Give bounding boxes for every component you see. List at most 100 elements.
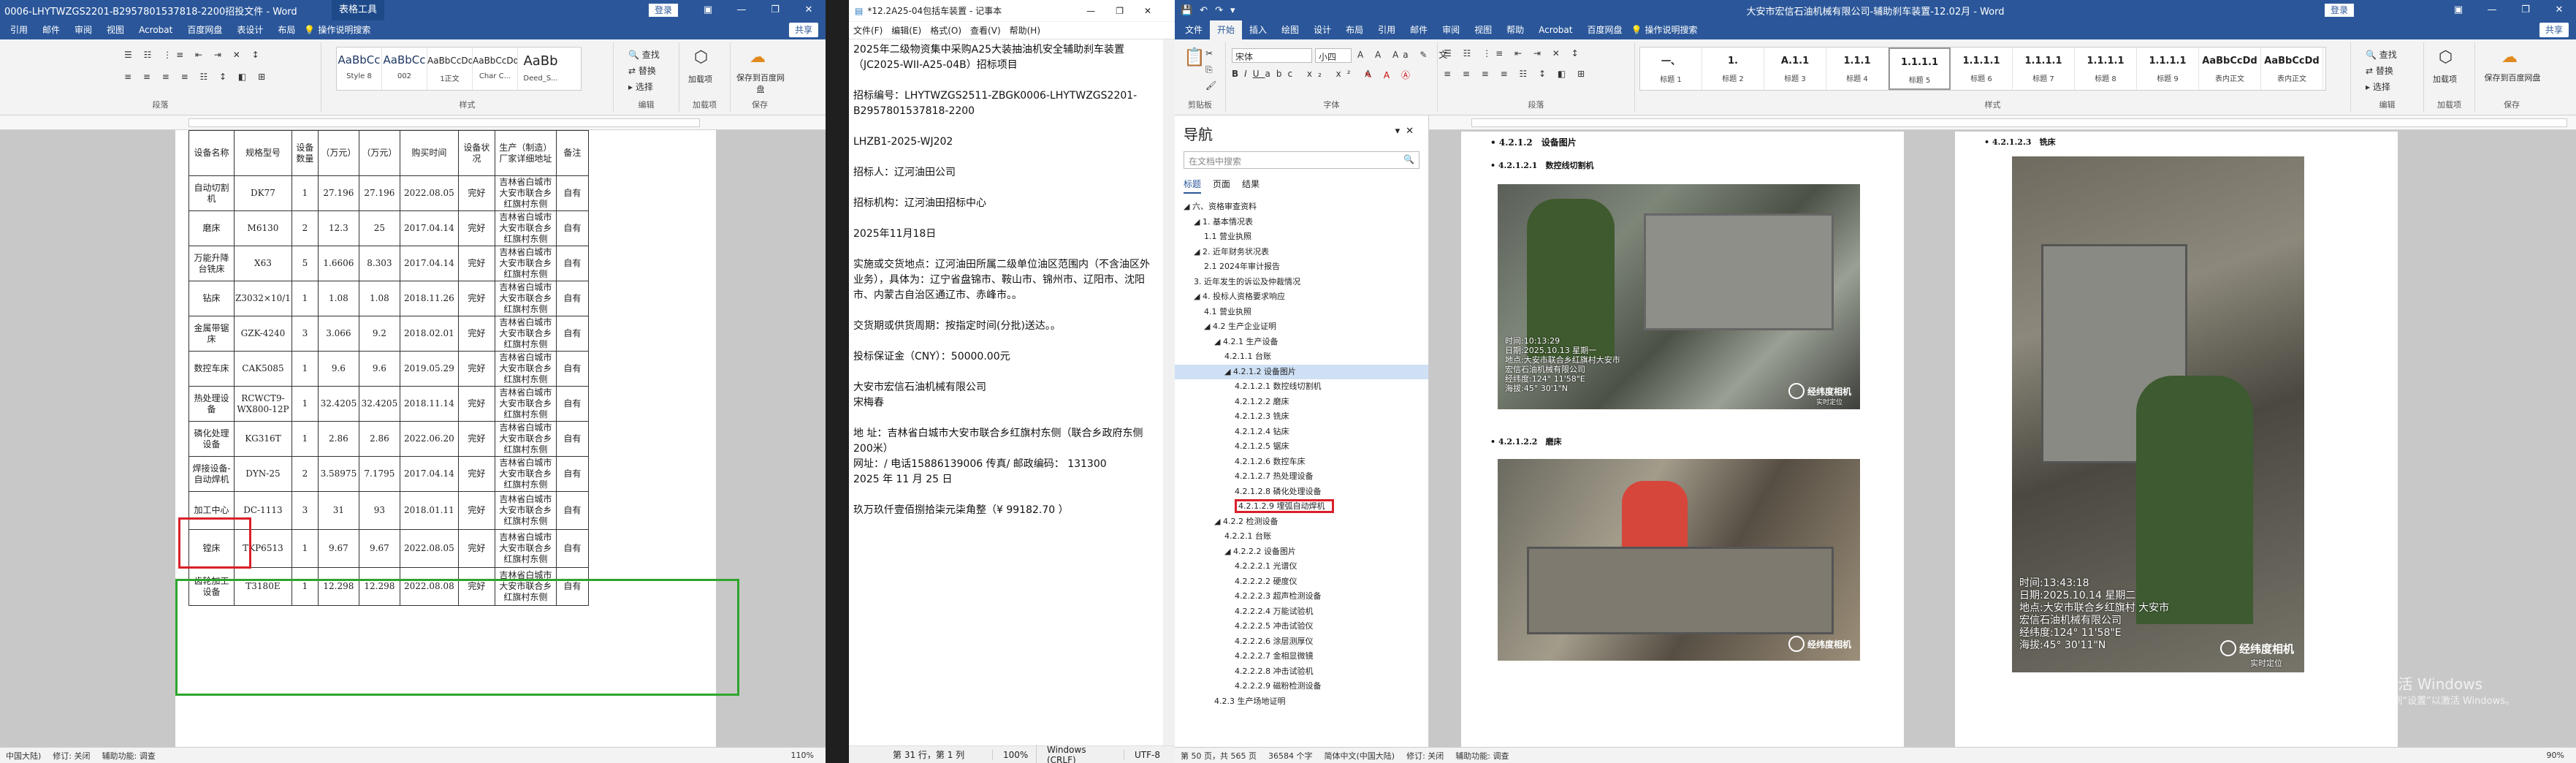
tab-help[interactable]: 帮助 bbox=[1499, 20, 1531, 39]
nav-heading-item[interactable]: 4.2.2.2.6 涂层测厚仪 bbox=[1175, 634, 1428, 650]
tab-design[interactable]: 设计 bbox=[1306, 20, 1338, 39]
nav-close-icon[interactable]: ▾✕ bbox=[1395, 126, 1420, 137]
find-button[interactable]: 🔍 查找 bbox=[628, 48, 660, 61]
align-buttons[interactable]: ≡ ≡ ≡ ≡ ☷ ↕ ◧ ⊞ bbox=[124, 72, 270, 82]
nav-heading-item[interactable]: ◢ 1. 基本情况表 bbox=[1175, 215, 1428, 230]
tab-layout[interactable]: 布局 bbox=[1338, 20, 1371, 39]
close-icon[interactable]: ✕ bbox=[792, 0, 826, 20]
minimize-icon[interactable]: — bbox=[2475, 0, 2509, 20]
nav-heading-item[interactable]: 1.1 营业执照 bbox=[1175, 229, 1428, 245]
horizontal-ruler[interactable] bbox=[0, 115, 826, 130]
tab-home[interactable]: 开始 bbox=[1210, 20, 1243, 39]
style-item[interactable]: AaBbCcDd 表内正文 bbox=[2199, 48, 2261, 90]
style-item[interactable]: 1. 标题 2 bbox=[1702, 48, 1764, 90]
nav-heading-item[interactable]: 4.2.1.2.7 热处理设备 bbox=[1175, 469, 1428, 485]
nav-heading-item[interactable]: 4.2.2.2.9 磁粉检测设备 bbox=[1175, 679, 1428, 694]
style-item[interactable]: AaBb Deed_S... bbox=[518, 48, 563, 90]
addins-icon[interactable]: ⬡ bbox=[2439, 48, 2453, 67]
nav-heading-item[interactable]: 4.2.1.1 台账 bbox=[1175, 349, 1428, 365]
select-button[interactable]: ▸ 选择 bbox=[628, 80, 653, 93]
font-color-buttons[interactable]: ✎ A Ⓐ bbox=[1365, 69, 1414, 81]
tab-acrobat[interactable]: Acrobat bbox=[132, 20, 180, 39]
document-area[interactable]: • 4.2.1.2 设备图片 • 4.2.1.2.1 数控线切割机 时间:10:… bbox=[1429, 115, 2576, 747]
nav-heading-item[interactable]: 4.2.1.2.8 磷化处理设备 bbox=[1175, 485, 1428, 500]
nav-heading-item[interactable]: 4.1 营业执照 bbox=[1175, 305, 1428, 320]
nav-heading-item[interactable]: 4.2.1.2.1 数控线切割机 bbox=[1175, 379, 1428, 395]
tab-baidu[interactable]: 百度网盘 bbox=[1579, 20, 1629, 39]
style-item[interactable]: 1.1.1.1 标题 9 bbox=[2137, 48, 2199, 90]
menu-file[interactable]: 文件(F) bbox=[853, 24, 883, 37]
nav-heading-item[interactable]: 4.2.2.1 台账 bbox=[1175, 529, 1428, 544]
menu-help[interactable]: 帮助(H) bbox=[1010, 24, 1040, 37]
tab-view[interactable]: 视图 bbox=[1467, 20, 1499, 39]
nav-heading-item[interactable]: 4.2.1.2.5 锯床 bbox=[1175, 439, 1428, 455]
copy-icon[interactable]: ⎘ bbox=[1205, 64, 1213, 75]
nav-heading-item[interactable]: 4.2.1.2.4 钻床 bbox=[1175, 425, 1428, 440]
nav-heading-item[interactable]: ◢ 4.2 生产企业证明 bbox=[1175, 319, 1428, 335]
nav-heading-item[interactable]: ◢ 4.2.2.2 设备图片 bbox=[1175, 544, 1428, 560]
menu-format[interactable]: 格式(O) bbox=[930, 24, 961, 37]
tab-references[interactable]: 引用 bbox=[1371, 20, 1403, 39]
nav-heading-item[interactable]: ◢ 2. 近年财务状况表 bbox=[1175, 245, 1428, 260]
tell-me-search[interactable]: 操作说明搜索 bbox=[316, 20, 372, 39]
tab-baidu[interactable]: 百度网盘 bbox=[180, 20, 229, 39]
font-name-select[interactable]: 宋体 bbox=[1232, 48, 1312, 63]
nav-heading-item[interactable]: 4.2.1.2.9 埋弧自动焊机 bbox=[1175, 499, 1428, 515]
nav-heading-item[interactable]: 4.2.2.2.7 金相显微镜 bbox=[1175, 649, 1428, 664]
nav-heading-item[interactable]: ◢ 六、资格审查资料 bbox=[1175, 200, 1428, 215]
tab-mailings[interactable]: 邮件 bbox=[1403, 20, 1435, 39]
font-size-select[interactable]: 小四 bbox=[1315, 48, 1352, 63]
restore-icon[interactable]: ❐ bbox=[758, 0, 792, 20]
login-button[interactable]: 登录 bbox=[2325, 4, 2355, 17]
style-item[interactable]: AaBbCcDd Char C... bbox=[473, 48, 518, 90]
baidu-save-button[interactable]: 保存到百度网盘 bbox=[735, 72, 786, 95]
tab-references[interactable]: 引用 bbox=[3, 20, 35, 39]
style-item[interactable]: AaBbCcDd 1正文 bbox=[427, 48, 473, 90]
addins-icon[interactable]: ⬡ bbox=[694, 48, 708, 67]
zoom-level[interactable]: 90% bbox=[2547, 751, 2564, 760]
style-item[interactable]: 1.1.1.1 标题 8 bbox=[2075, 48, 2137, 90]
baidu-save-button[interactable]: 保存到百度网盘 bbox=[2480, 72, 2545, 83]
tab-acrobat[interactable]: Acrobat bbox=[1531, 20, 1579, 39]
style-item[interactable]: 1.1.1 标题 4 bbox=[1826, 48, 1889, 90]
menu-view[interactable]: 查看(V) bbox=[970, 24, 1001, 37]
paste-icon[interactable]: 📋 bbox=[1184, 47, 1205, 67]
replace-button[interactable]: ⇄ 替换 bbox=[2366, 64, 2393, 77]
zoom-level[interactable]: 110% bbox=[791, 751, 814, 760]
tab-file[interactable]: 文件 bbox=[1178, 20, 1210, 39]
cut-icon[interactable]: ✂ bbox=[1205, 48, 1213, 58]
nav-heading-item[interactable]: 3. 近年发生的诉讼及仲裁情况 bbox=[1175, 275, 1428, 290]
tab-review[interactable]: 审阅 bbox=[67, 20, 99, 39]
nav-heading-item[interactable]: ◢ 4.2.1 生产设备 bbox=[1175, 335, 1428, 350]
list-buttons[interactable]: ☰ ☷ ⋮≡ ⇤ ⇥ ✕ ↕ bbox=[124, 50, 264, 60]
tab-review[interactable]: 审阅 bbox=[1435, 20, 1467, 39]
menu-edit[interactable]: 编辑(E) bbox=[891, 24, 921, 37]
tab-layout[interactable]: 布局 bbox=[270, 20, 302, 39]
minimize-icon[interactable]: — bbox=[725, 0, 758, 20]
tab-view[interactable]: 视图 bbox=[99, 20, 132, 39]
select-button[interactable]: ▸ 选择 bbox=[2366, 80, 2390, 93]
baidu-save-icon[interactable]: ☁ bbox=[750, 48, 766, 67]
nav-heading-item[interactable]: 4.2.2.2.8 冲击试验机 bbox=[1175, 664, 1428, 680]
baidu-save-icon[interactable]: ☁ bbox=[2501, 48, 2518, 67]
nav-heading-item[interactable]: 4.2.2.2.4 万能试验机 bbox=[1175, 604, 1428, 620]
format-painter-icon[interactable]: 🖌 bbox=[1205, 80, 1216, 91]
font-format-buttons[interactable]: BIUabc x₂ x² A bbox=[1232, 69, 1377, 79]
tab-table-design[interactable]: 表设计 bbox=[229, 20, 270, 39]
addins-button[interactable]: 加载项 bbox=[688, 73, 712, 85]
nav-tab-headings[interactable]: 标题 bbox=[1184, 178, 1202, 194]
style-item[interactable]: 一、 标题 1 bbox=[1640, 48, 1702, 90]
nav-heading-item[interactable]: ◢ 4. 投标人资格要求响应 bbox=[1175, 289, 1428, 305]
ribbon-display-icon[interactable]: ▣ bbox=[691, 0, 725, 20]
ribbon-display-icon[interactable]: ▣ bbox=[2442, 0, 2475, 20]
tab-insert[interactable]: 插入 bbox=[1242, 20, 1274, 39]
nav-heading-item[interactable]: ◢ 4.2.1.2 设备图片 bbox=[1175, 364, 1428, 379]
style-item[interactable]: AaBbCcDd 表内正文 bbox=[2261, 48, 2323, 90]
tab-draw[interactable]: 绘图 bbox=[1274, 20, 1306, 39]
nav-tab-results[interactable]: 结果 bbox=[1242, 178, 1260, 194]
tell-me-search[interactable]: 操作说明搜索 bbox=[1643, 20, 1699, 39]
find-button[interactable]: 🔍 查找 bbox=[2366, 48, 2397, 61]
align-buttons[interactable]: ≡ ≡ ≡ ≡ ☷ ↕ ◧ ⊞ bbox=[1444, 69, 1589, 79]
style-item[interactable]: 1.1.1.1 标题 5 bbox=[1889, 48, 1951, 90]
style-item[interactable]: AaBbCc Style 8 bbox=[337, 48, 382, 90]
